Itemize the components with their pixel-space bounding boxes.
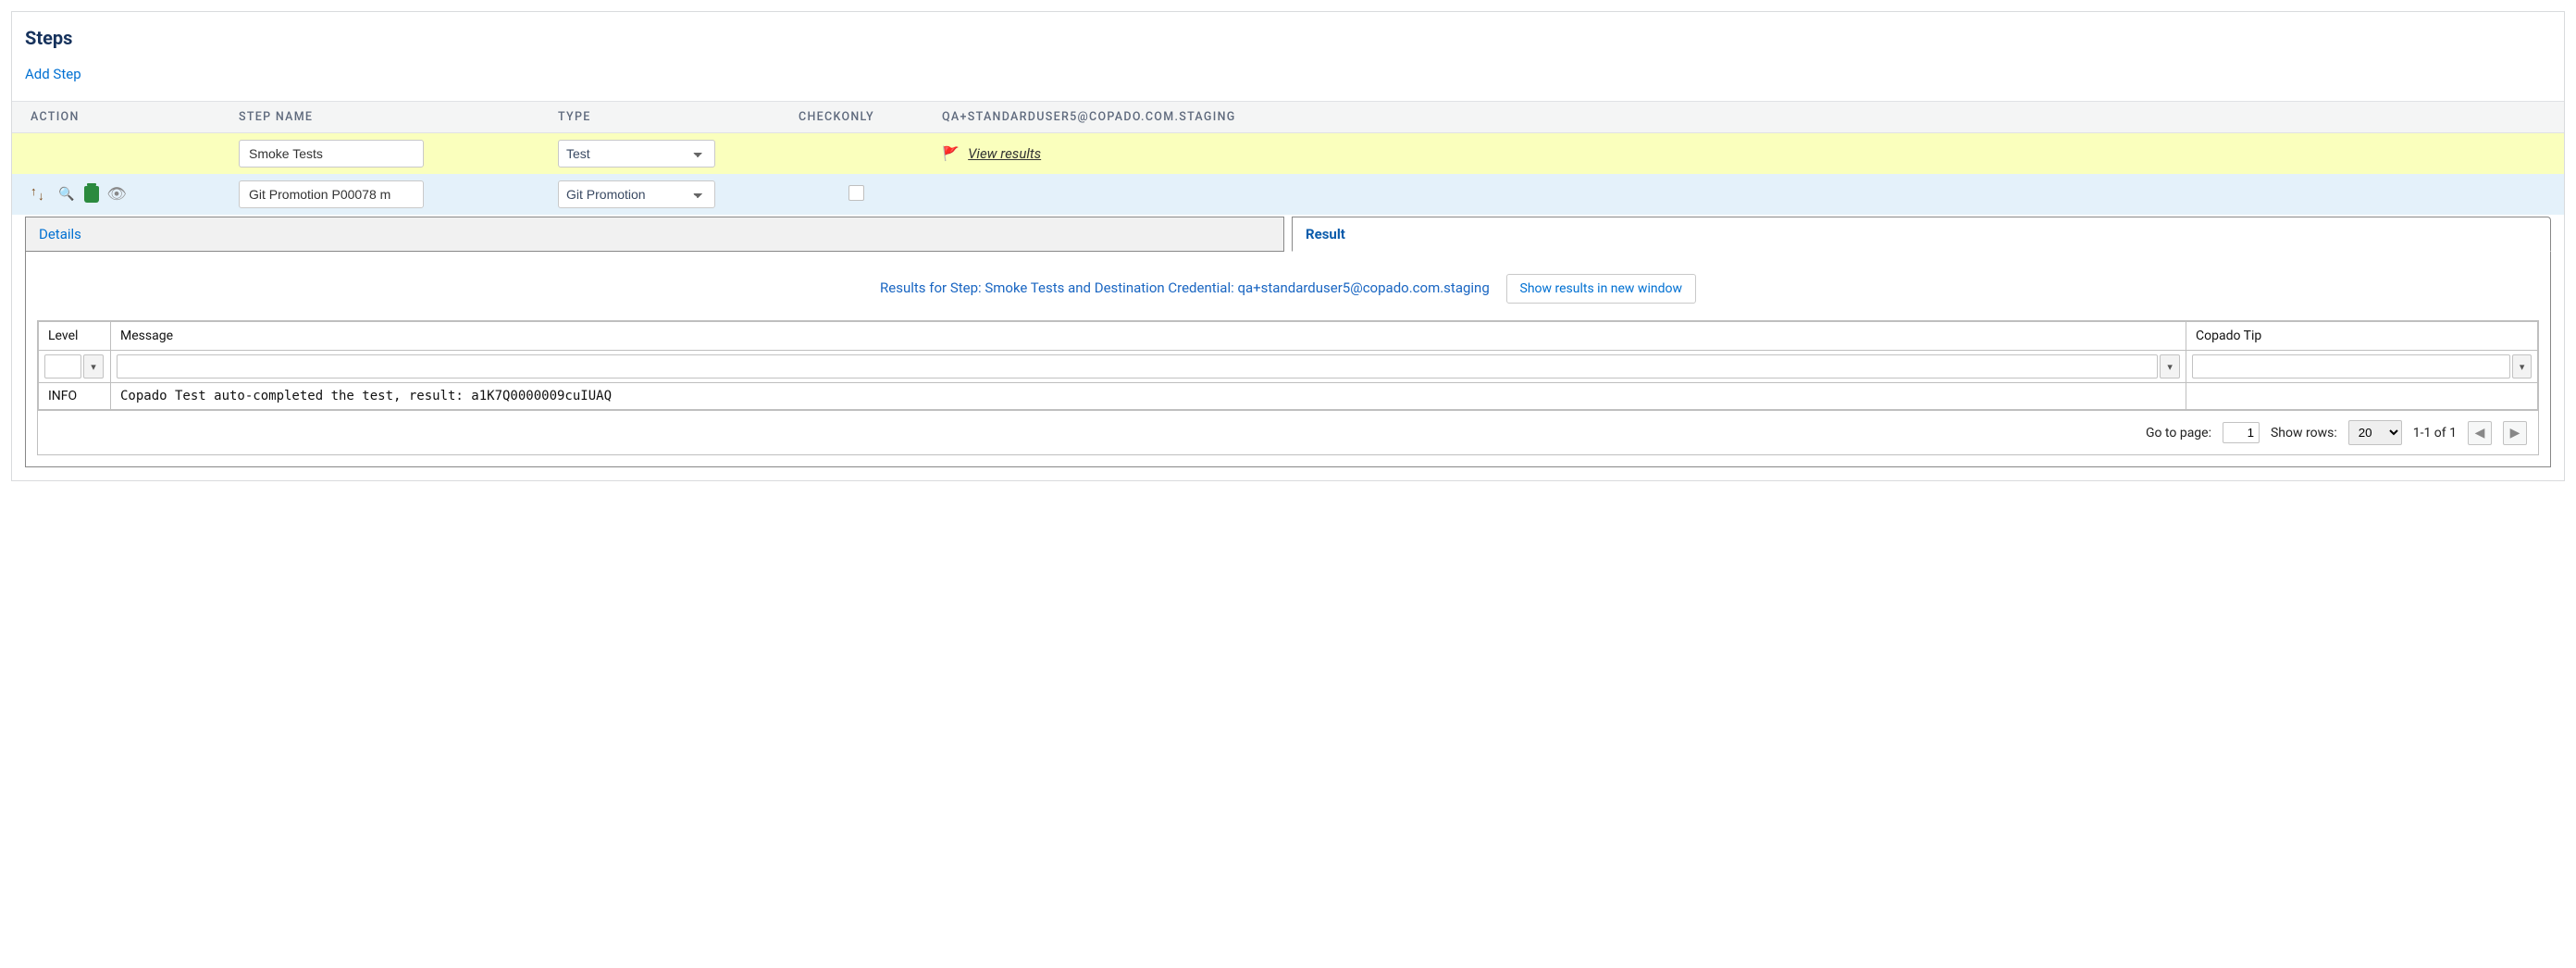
step-name-input[interactable] (239, 180, 424, 208)
grid-col-level: Level (39, 322, 111, 351)
result-tabs: Details Result (25, 217, 2551, 252)
result-panel: Results for Step: Smoke Tests and Destin… (25, 252, 2551, 467)
tab-details[interactable]: Details (25, 217, 1284, 252)
show-results-new-window-button[interactable]: Show results in new window (1506, 274, 1696, 304)
goto-page-input[interactable] (2223, 422, 2260, 443)
table-row: Test 🚩 View results (12, 133, 2564, 175)
steps-section: Steps Add Step ACTION STEP NAME TYPE CHE… (11, 11, 2565, 481)
page-range-text: 1-1 of 1 (2413, 426, 2457, 441)
step-type-select[interactable]: Git Promotion (558, 180, 715, 208)
col-checkonly-header: CHECKONLY (780, 102, 923, 133)
tab-result[interactable]: Result (1292, 217, 2551, 252)
grid-cell-level: INFO (39, 383, 111, 410)
show-rows-select[interactable]: 20 (2348, 420, 2402, 445)
magnifier-icon[interactable]: 🔍 (58, 186, 75, 203)
grid-col-tip: Copado Tip (2186, 322, 2538, 351)
grid-cell-message: Copado Test auto-completed the test, res… (111, 383, 2186, 410)
flag-icon: 🚩 (942, 145, 960, 162)
reorder-icon[interactable] (31, 186, 49, 203)
message-filter-input[interactable] (117, 354, 2158, 379)
add-step-link[interactable]: Add Step (25, 66, 81, 82)
step-name-input[interactable] (239, 140, 424, 168)
steps-heading: Steps (25, 27, 2564, 49)
next-page-button[interactable]: ▶ (2503, 421, 2527, 445)
level-filter-input[interactable] (44, 354, 81, 379)
goto-page-label: Go to page: (2146, 426, 2211, 441)
trash-icon[interactable] (84, 186, 99, 203)
tip-filter-input[interactable] (2192, 354, 2510, 379)
table-row: 🔍 👁 Git Promotion (12, 174, 2564, 215)
col-user-header: QA+STANDARDUSER5@COPADO.COM.STAGING (923, 102, 2564, 133)
results-header-text: Results for Step: Smoke Tests and Destin… (880, 279, 1490, 296)
col-action-header: ACTION (12, 102, 220, 133)
grid-cell-tip (2186, 383, 2538, 410)
view-results-link[interactable]: View results (968, 145, 1041, 162)
steps-table: ACTION STEP NAME TYPE CHECKONLY QA+STAND… (12, 101, 2564, 215)
col-type-header: TYPE (539, 102, 780, 133)
prev-page-button[interactable]: ◀ (2468, 421, 2492, 445)
grid-row: INFO Copado Test auto-completed the test… (39, 383, 2538, 410)
results-grid: Level Message Copado Tip (37, 320, 2539, 455)
col-stepname-header: STEP NAME (220, 102, 539, 133)
message-filter-dropdown[interactable] (2160, 354, 2180, 379)
step-type-select[interactable]: Test (558, 140, 715, 168)
level-filter-dropdown[interactable] (83, 354, 104, 379)
grid-col-message: Message (111, 322, 2186, 351)
eye-icon[interactable]: 👁 (108, 186, 125, 203)
checkonly-checkbox[interactable] (848, 185, 864, 201)
show-rows-label: Show rows: (2271, 426, 2337, 441)
tip-filter-dropdown[interactable] (2512, 354, 2532, 379)
pager: Go to page: Show rows: 20 1-1 of 1 ◀ ▶ (38, 410, 2538, 454)
